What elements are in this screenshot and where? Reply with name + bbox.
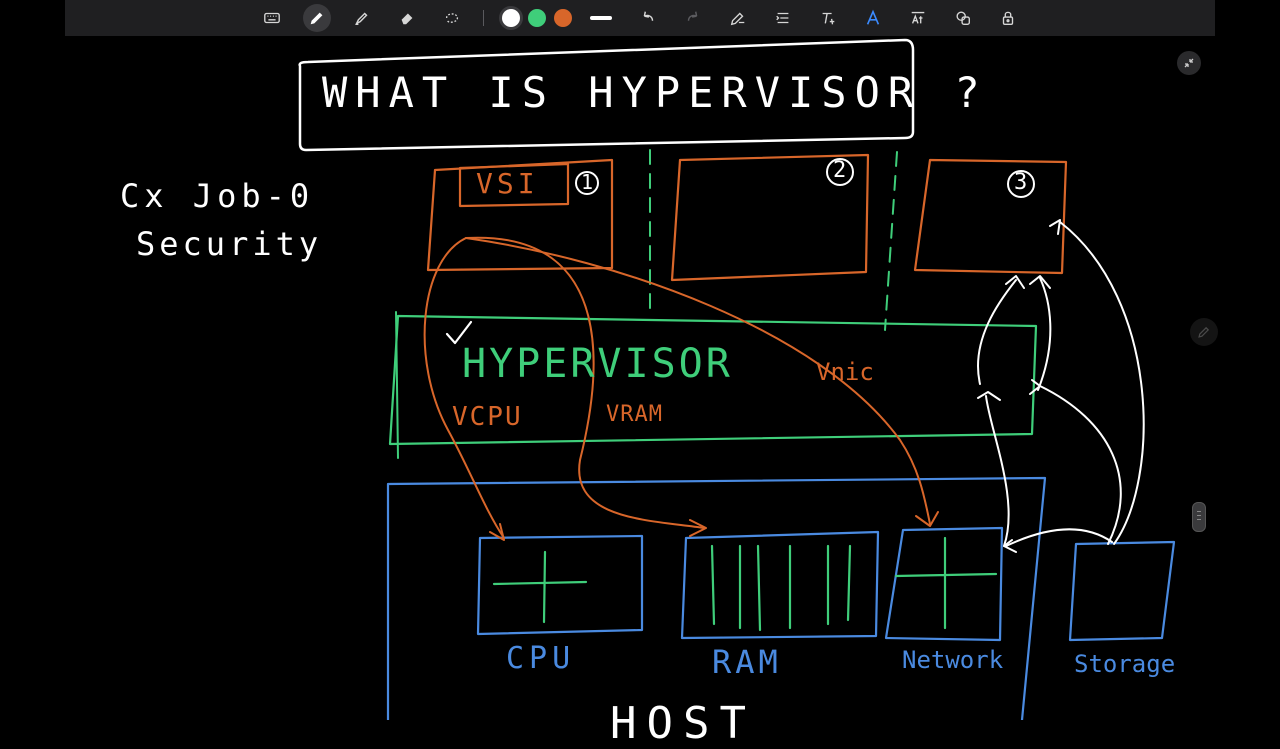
- scroll-handle[interactable]: [1192, 502, 1206, 532]
- collapse-button[interactable]: [1177, 51, 1201, 75]
- vsi-label: VSI: [476, 167, 539, 200]
- keyboard-button[interactable]: [250, 0, 295, 36]
- pencil-icon: [1198, 326, 1210, 338]
- host-box-stroke: [386, 476, 1047, 720]
- side-pencil-button[interactable]: [1190, 318, 1218, 346]
- vram-label: VRAM: [606, 402, 663, 427]
- hypervisor-label: HYPERVISOR: [462, 341, 733, 387]
- vcpu-label: VCPU: [452, 402, 523, 432]
- vm1-number: 1: [581, 170, 594, 194]
- vnic-label: Vnic: [816, 358, 874, 386]
- arrow-vm1-to-cpu: [423, 237, 505, 539]
- cpu-cross: [492, 550, 588, 624]
- text-tool-icon: [822, 12, 835, 25]
- vm3-number: 3: [1014, 170, 1028, 195]
- host-label: HOST: [610, 698, 756, 749]
- storage-label: Storage: [1074, 650, 1176, 678]
- text-align-icon: [776, 12, 789, 24]
- color-swatch-orange[interactable]: [553, 9, 572, 27]
- note-title: WHAT IS HYPERVISOR ?: [322, 68, 988, 117]
- undo-icon: [643, 11, 654, 21]
- arrow-hypervisor-to-vm3-a: [977, 279, 1017, 385]
- storage-box-stroke: [1068, 540, 1176, 642]
- arrowheads-white: [977, 219, 1061, 553]
- arrow-storage-to-hypervisor: [1039, 385, 1122, 545]
- pen-tool-button[interactable]: [295, 0, 340, 36]
- network-cross: [894, 536, 998, 630]
- shapes-button[interactable]: [941, 0, 986, 36]
- cpu-box-stroke: [476, 534, 644, 636]
- shape-pen-icon: [730, 12, 745, 26]
- undo-button[interactable]: [626, 0, 671, 36]
- redo-button[interactable]: [671, 0, 716, 36]
- ram-sticks: [710, 544, 852, 632]
- drawing-toolbar: [65, 0, 1215, 36]
- lasso-tool-button[interactable]: [430, 0, 475, 36]
- arrow-hypervisor-to-vm3-b: [1037, 277, 1052, 391]
- arrow-storage-to-vm3: [1059, 221, 1145, 545]
- color-swatch-green[interactable]: [527, 9, 546, 27]
- cpu-label: CPU: [506, 641, 576, 676]
- divider-2: [884, 151, 898, 331]
- arrow-network-to-hypervisor: [985, 395, 1010, 547]
- text-convert-button[interactable]: [896, 0, 941, 36]
- side-note-line-2: Security: [136, 225, 323, 263]
- toolbar-separator: [482, 10, 484, 26]
- arrowheads-orange: [489, 511, 939, 541]
- shape-pen-button[interactable]: [716, 0, 761, 36]
- text-convert-icon: [911, 11, 925, 24]
- eraser-icon: [401, 13, 413, 25]
- lock-icon: [1002, 11, 1014, 25]
- side-note-line-1: Cx Job-0: [120, 177, 315, 215]
- collapse-arrows-icon: [1184, 58, 1194, 68]
- color-swatch-white[interactable]: [501, 9, 520, 27]
- lock-button[interactable]: [986, 0, 1031, 36]
- check-mark: [445, 320, 473, 345]
- text-tool-button[interactable]: [806, 0, 851, 36]
- stroke-width-button[interactable]: [589, 16, 612, 20]
- handwriting-button[interactable]: [851, 0, 896, 36]
- network-label: Network: [902, 646, 1004, 674]
- ram-label: RAM: [712, 643, 782, 681]
- pen-icon: [310, 12, 323, 25]
- redo-icon: [687, 11, 698, 21]
- lasso-icon: [445, 13, 459, 23]
- highlighter-tool-button[interactable]: [340, 0, 385, 36]
- vm2-number: 2: [833, 158, 847, 183]
- text-align-button[interactable]: [761, 0, 806, 36]
- vm3-box-stroke: [913, 158, 1068, 275]
- handwriting-icon: [866, 9, 880, 25]
- keyboard-icon: [264, 12, 280, 24]
- highlighter-icon: [354, 12, 368, 26]
- eraser-tool-button[interactable]: [385, 0, 430, 36]
- shapes-icon: [956, 11, 970, 25]
